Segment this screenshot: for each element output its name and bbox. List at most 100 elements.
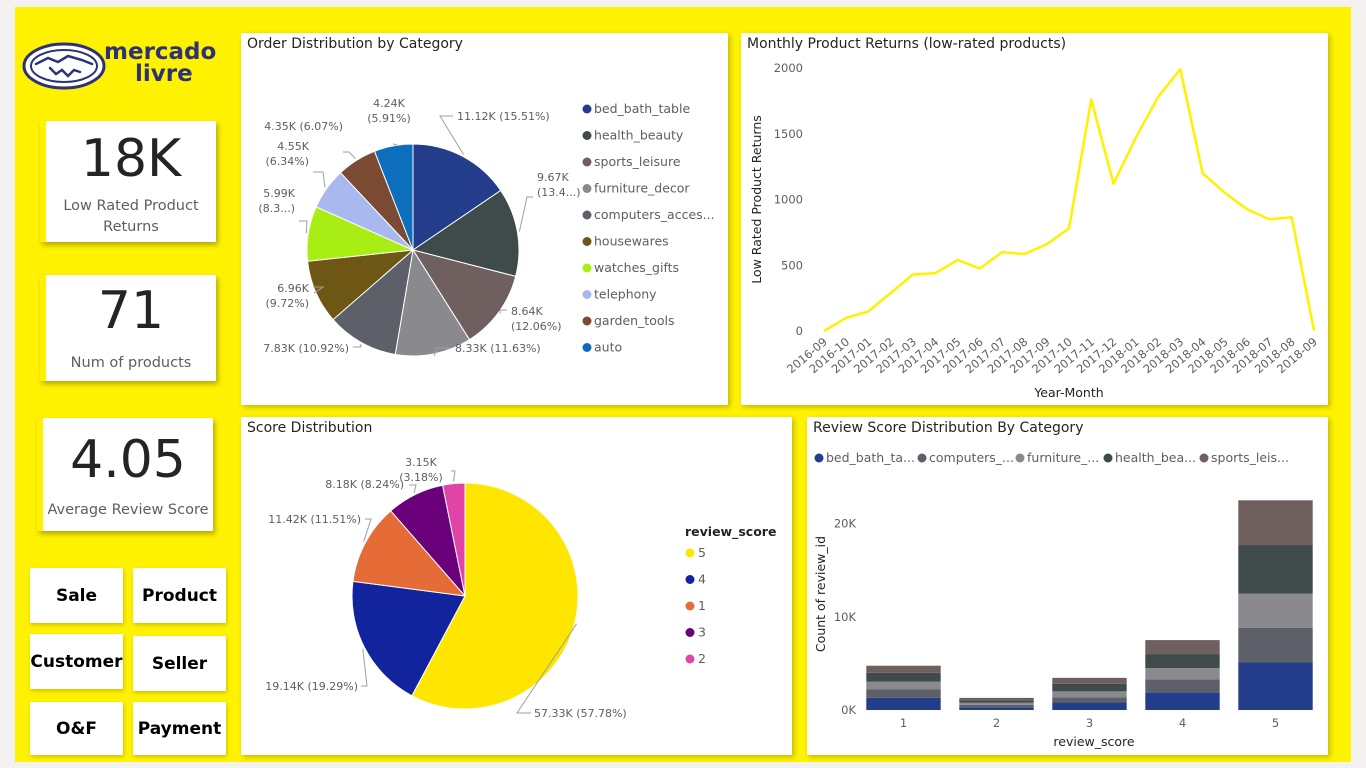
- bar-segment: [1052, 702, 1127, 710]
- legend-marker: [582, 184, 592, 193]
- handshake-logo-icon: [22, 42, 106, 90]
- nav-button-seller[interactable]: Seller: [133, 636, 226, 691]
- order-distribution-card: Order Distribution by Category 11.12K (1…: [241, 33, 728, 405]
- leader-line: [313, 171, 326, 188]
- legend-marker: [582, 290, 592, 299]
- data-label: 11.42K (11.51%): [268, 513, 361, 526]
- nav-button-o-and-f[interactable]: O&F: [30, 702, 123, 755]
- legend-marker: [1103, 453, 1113, 463]
- data-label: (12.06%): [511, 320, 562, 333]
- bar-segment: [866, 665, 941, 673]
- legend-marker: [685, 601, 695, 611]
- score-distribution-chart: 57.33K (57.78%) 19.14K (19.29%) 11.42K (11…: [265, 456, 776, 720]
- bar-segment: [866, 697, 941, 710]
- y-tick-label: 10K: [834, 610, 857, 624]
- y-tick-label: 500: [781, 258, 803, 272]
- kpi-card-low-rated-returns: 18K Low Rated Product Returns: [40, 121, 216, 242]
- x-tick-label: 2: [993, 716, 1000, 730]
- bar-segment: [959, 702, 1034, 705]
- legend-marker: [582, 210, 592, 220]
- legend-label: computers_...: [929, 450, 1014, 465]
- data-label: 9.67K: [537, 171, 569, 184]
- bar-segment: [1145, 668, 1220, 680]
- legend-marker: [582, 131, 592, 140]
- legend-label: bed_bath_ta...: [826, 450, 915, 465]
- legend-label: sports_leisure: [594, 154, 681, 169]
- bar-segment: [1238, 500, 1313, 546]
- data-label: (13.4...): [537, 186, 581, 199]
- legend-label: health_bea...: [1115, 450, 1196, 465]
- kpi-label: Low Rated Product Returns: [63, 198, 199, 235]
- nav-button-customer[interactable]: Customer: [30, 634, 123, 689]
- data-label: 8.33K (11.63%): [455, 342, 541, 355]
- leader-line: [353, 344, 362, 348]
- order-distribution-title: Order Distribution by Category: [247, 36, 463, 52]
- legend-marker: [685, 575, 695, 584]
- leader-line: [409, 484, 417, 493]
- leader-line: [499, 309, 507, 314]
- data-label: 4.35K (6.07%): [264, 120, 343, 133]
- data-label: 19.14K (19.29%): [265, 680, 358, 693]
- legend-marker: [814, 453, 824, 463]
- legend-label: 3: [698, 625, 706, 640]
- kpi-value: 4.05: [70, 430, 186, 490]
- legend-marker: [582, 316, 592, 326]
- bar-segment: [1052, 683, 1127, 692]
- leader-line: [451, 470, 456, 482]
- bar-segment: [959, 707, 1034, 710]
- bar-segment: [1238, 593, 1313, 628]
- legend-label: computers_acces...: [594, 207, 715, 222]
- data-label: (5.91%): [367, 112, 411, 125]
- legend-marker: [582, 343, 592, 352]
- y-tick-label: 1000: [774, 193, 803, 207]
- legend-marker: [1015, 453, 1025, 463]
- leader-line: [361, 648, 368, 687]
- bar-segment: [1145, 640, 1220, 655]
- data-label: 8.64K: [511, 305, 543, 318]
- nav-button-payment[interactable]: Payment: [133, 702, 226, 755]
- legend-label: garden_tools: [594, 313, 675, 328]
- legend-label: 4: [698, 572, 706, 587]
- bar-segment: [1238, 627, 1313, 663]
- x-axis-title: review_score: [1053, 734, 1134, 749]
- bar-segment: [959, 700, 1034, 703]
- mercado-livre-logo: mercado livre: [22, 40, 222, 90]
- kpi-value: 18K: [80, 129, 182, 189]
- kpi-card-average-review-score: 4.05 Average Review Score: [37, 418, 213, 531]
- y-tick-label: 20K: [834, 517, 857, 531]
- bar-segment: [866, 681, 941, 690]
- data-label: 8.18K (8.24%): [325, 478, 404, 491]
- legend-marker: [582, 104, 592, 114]
- nav-button-sale[interactable]: Sale: [30, 568, 123, 623]
- returns-line: [823, 68, 1316, 333]
- bar-segment: [1052, 697, 1127, 703]
- legend-title: review_score: [685, 524, 776, 540]
- kpi-label: Average Review Score: [47, 502, 209, 518]
- nav-button-product[interactable]: Product: [133, 568, 226, 623]
- monthly-returns-chart: 0 500 1000 1500 2000 Low Rated Product Return…: [749, 61, 1320, 400]
- score-distribution-card: Score Distribution 57.33K (57.78%) 19.14K…: [241, 417, 792, 755]
- bar-segment: [1145, 679, 1220, 693]
- data-label: 7.83K (10.92%): [263, 342, 349, 355]
- y-tick-label: 0K: [841, 703, 856, 717]
- legend-marker: [685, 654, 695, 664]
- y-tick-label: 0: [796, 324, 803, 338]
- legend-marker: [917, 453, 927, 463]
- bar-segment: [959, 697, 1034, 701]
- legend-label: 5: [698, 545, 706, 560]
- logo-text-line2: livre: [135, 61, 193, 87]
- leader-line: [392, 143, 398, 146]
- legend-label: telephony: [594, 287, 657, 302]
- x-tick-label: 5: [1272, 716, 1279, 730]
- data-label: 4.55K: [277, 140, 309, 153]
- legend-label: health_beauty: [594, 128, 684, 143]
- data-label: 57.33K (57.78%): [534, 707, 627, 720]
- legend-label: watches_gifts: [594, 260, 679, 275]
- legend-marker: [582, 157, 592, 167]
- leader-line: [343, 151, 356, 159]
- bar-segment: [866, 689, 941, 698]
- legend-label: 2: [698, 651, 706, 666]
- legend-label: sports_leis...: [1211, 450, 1289, 465]
- legend-marker: [582, 263, 592, 273]
- bar-segment: [1238, 545, 1313, 594]
